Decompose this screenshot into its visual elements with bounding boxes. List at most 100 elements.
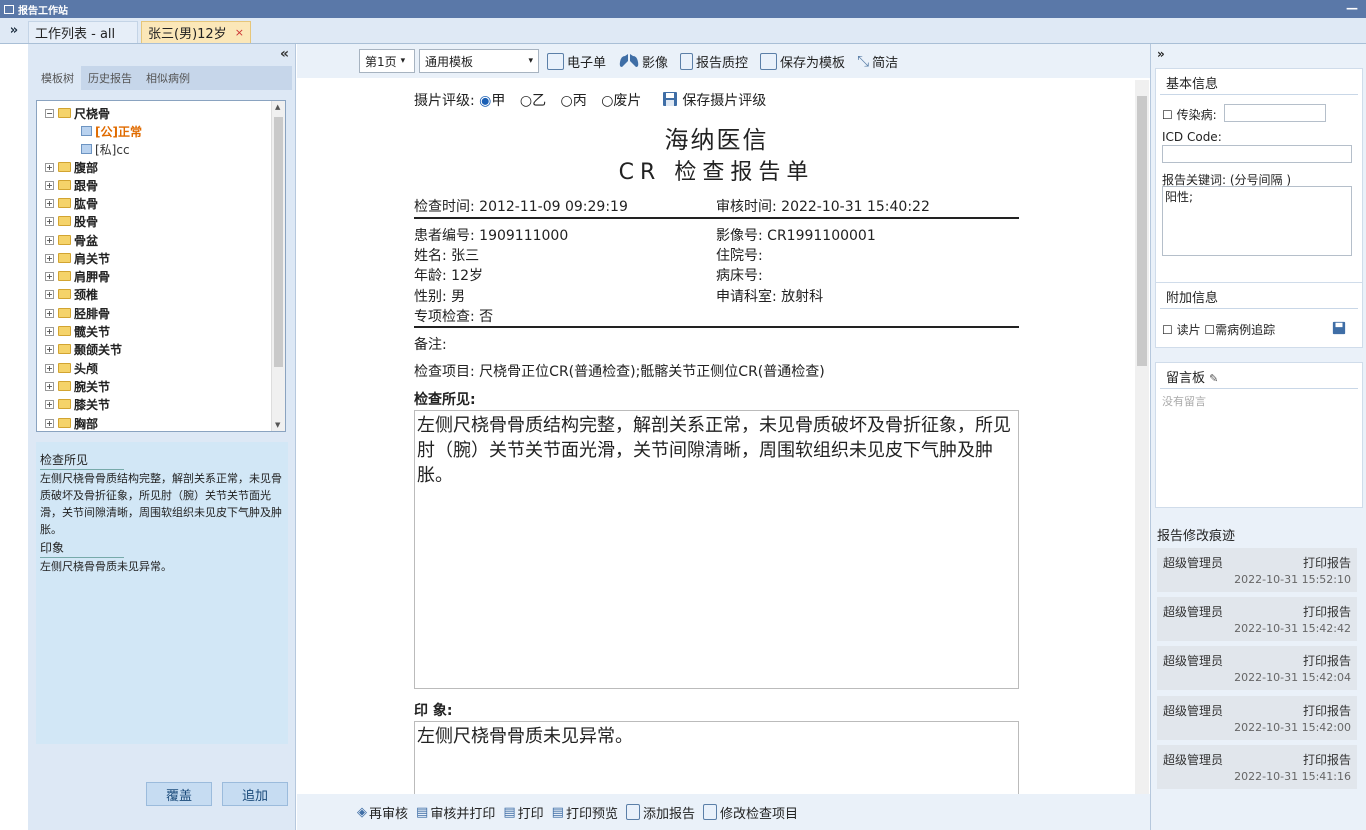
compress-icon: ⤡	[857, 52, 870, 70]
window-title: 报告工作站	[18, 5, 68, 17]
tab-patient[interactable]: 张三(男)12岁 ×	[141, 21, 251, 43]
expand-toggle-icon[interactable]: +	[45, 216, 54, 226]
tree-leaf[interactable]: [私]cc	[81, 140, 130, 158]
qc-button[interactable]: 报告质控	[680, 52, 748, 71]
tree-node[interactable]: + 头颅	[45, 359, 98, 377]
tree-node[interactable]: + 骨盆	[45, 231, 98, 249]
template-select[interactable]: 通用模板 ▾	[419, 49, 539, 73]
page-select[interactable]: 第1页 ▾	[359, 49, 415, 73]
tab-similar-cases[interactable]: 相似病例	[139, 70, 197, 86]
tree-node[interactable]: + 胫腓骨	[45, 304, 110, 322]
findings-label: 检查所见:	[414, 392, 476, 408]
folder-icon	[58, 216, 71, 226]
image-no: 影像号: CR1991100001	[716, 228, 876, 244]
expand-toggle-icon[interactable]: +	[45, 235, 54, 245]
tree-leaf[interactable]: [公]正常	[81, 122, 142, 140]
print-button[interactable]: ▤ 打印	[503, 803, 543, 822]
rating-option-yi[interactable]: ○乙	[520, 93, 546, 109]
save-template-button[interactable]: 保存为模板	[760, 52, 845, 71]
tree-node[interactable]: + 跟骨	[45, 176, 98, 194]
tree-scrollbar[interactable]: ▲ ▼	[271, 101, 285, 431]
collapse-toggle-icon[interactable]: −	[45, 108, 54, 118]
impression-textarea[interactable]: 左侧尺桡骨骨质未见异常。	[414, 721, 1019, 794]
audit-print-button[interactable]: ▤ 审核并打印	[416, 803, 495, 822]
history-item: 超级管理员 打印报告 2022-10-31 15:42:00	[1157, 696, 1357, 740]
add-report-icon	[625, 804, 640, 820]
tab-label: 工作列表 - all	[35, 27, 116, 42]
right-panel: » 基本信息 ☐ 传染病: ICD Code: 报告关键词: (分号间隔 ) 阳…	[1150, 44, 1366, 830]
extra-info-panel: 附加信息 ☐ 读片 ☐需病例追踪	[1155, 282, 1363, 348]
scroll-thumb[interactable]	[1137, 96, 1147, 366]
rating-option-bing[interactable]: ○丙	[561, 93, 587, 109]
edit-icon	[702, 804, 717, 820]
infectious-input[interactable]	[1224, 104, 1326, 122]
infectious-checkbox[interactable]: ☐ 传染病:	[1162, 106, 1217, 123]
preview-impression-title: 印象	[40, 540, 124, 558]
expand-icon[interactable]: »	[0, 17, 28, 43]
tree-node[interactable]: − 尺桡骨	[45, 104, 110, 122]
rating-option-jia[interactable]: ◉甲	[479, 93, 505, 109]
simple-mode-button[interactable]: ⤡ 简洁	[857, 52, 898, 71]
image-button[interactable]: 影像	[618, 52, 668, 71]
tree-node[interactable]: + 肩关节	[45, 249, 110, 267]
scroll-up-icon[interactable]: ▲	[275, 103, 280, 111]
save-icon[interactable]	[1332, 321, 1346, 335]
tab-history-reports[interactable]: 历史报告	[81, 70, 139, 86]
tree-node[interactable]: + 腕关节	[45, 377, 110, 395]
append-button[interactable]: 追加	[222, 782, 288, 806]
expand-toggle-icon[interactable]: +	[45, 198, 54, 208]
folder-icon	[58, 253, 71, 263]
expand-toggle-icon[interactable]: +	[45, 271, 54, 281]
folder-icon	[58, 363, 71, 373]
overwrite-button[interactable]: 覆盖	[146, 782, 212, 806]
print-preview-button[interactable]: ▤ 打印预览	[552, 803, 618, 822]
tree-node[interactable]: + 肱骨	[45, 194, 98, 212]
expand-toggle-icon[interactable]: +	[45, 381, 54, 391]
tree-node[interactable]: + 颞颌关节	[45, 340, 122, 358]
tree-node[interactable]: + 腹部	[45, 158, 98, 176]
expand-toggle-icon[interactable]: +	[45, 253, 54, 263]
expand-toggle-icon[interactable]: +	[45, 418, 54, 428]
tree-node[interactable]: + 髋关节	[45, 322, 110, 340]
extra-info-title: 附加信息	[1160, 283, 1358, 309]
expand-toggle-icon[interactable]: +	[45, 344, 54, 354]
preview-impression: 左侧尺桡骨骨质未见异常。	[40, 560, 172, 573]
tab-template-tree[interactable]: 模板树	[34, 66, 81, 90]
report-scrollbar[interactable]	[1135, 80, 1149, 794]
expand-toggle-icon[interactable]: +	[45, 326, 54, 336]
expand-toggle-icon[interactable]: +	[45, 180, 54, 190]
save-template-icon	[760, 52, 778, 70]
close-icon[interactable]: ×	[235, 26, 244, 39]
tree-node[interactable]: + 肩胛骨	[45, 267, 110, 285]
expand-toggle-icon[interactable]: +	[45, 399, 54, 409]
tree-node[interactable]: + 颈椎	[45, 285, 98, 303]
tree-node[interactable]: + 胸部	[45, 414, 98, 431]
collapse-icon[interactable]: «	[280, 46, 289, 62]
expand-icon[interactable]: »	[1157, 47, 1165, 61]
save-rating-button[interactable]: 保存摄片评级	[662, 92, 766, 109]
extra-checkboxes[interactable]: ☐ 读片 ☐需病例追踪	[1162, 321, 1275, 338]
expand-toggle-icon[interactable]: +	[45, 289, 54, 299]
left-tabs: 模板树 历史报告 相似病例	[34, 66, 292, 90]
modify-items-button[interactable]: 修改检查项目	[702, 803, 798, 822]
chevron-down-icon: ▾	[528, 56, 533, 66]
patient-sex: 性别: 男	[414, 289, 466, 305]
icd-input[interactable]	[1162, 145, 1352, 163]
pencil-icon[interactable]: ✎	[1209, 372, 1218, 385]
esheet-button[interactable]: 电子单	[547, 52, 606, 71]
rating-option-reject[interactable]: ○废片	[601, 93, 641, 109]
folder-icon	[58, 344, 71, 354]
findings-textarea[interactable]: 左侧尺桡骨骨质结构完整，解剖关系正常，未见骨质破坏及骨折征象，所见肘（腕）关节关…	[414, 410, 1019, 689]
expand-toggle-icon[interactable]: +	[45, 162, 54, 172]
reaudit-button[interactable]: ◈ 再审核	[357, 803, 408, 822]
scroll-down-icon[interactable]: ▼	[275, 421, 280, 429]
tab-worklist[interactable]: 工作列表 - all	[28, 21, 138, 43]
expand-toggle-icon[interactable]: +	[45, 308, 54, 318]
scroll-thumb[interactable]	[274, 117, 283, 367]
add-report-button[interactable]: 添加报告	[625, 803, 695, 822]
keywords-textarea[interactable]: 阳性;	[1162, 186, 1352, 256]
minimize-button[interactable]: —	[1346, 1, 1358, 15]
tree-node[interactable]: + 膝关节	[45, 395, 110, 413]
tree-node[interactable]: + 股骨	[45, 212, 98, 230]
expand-toggle-icon[interactable]: +	[45, 363, 54, 373]
